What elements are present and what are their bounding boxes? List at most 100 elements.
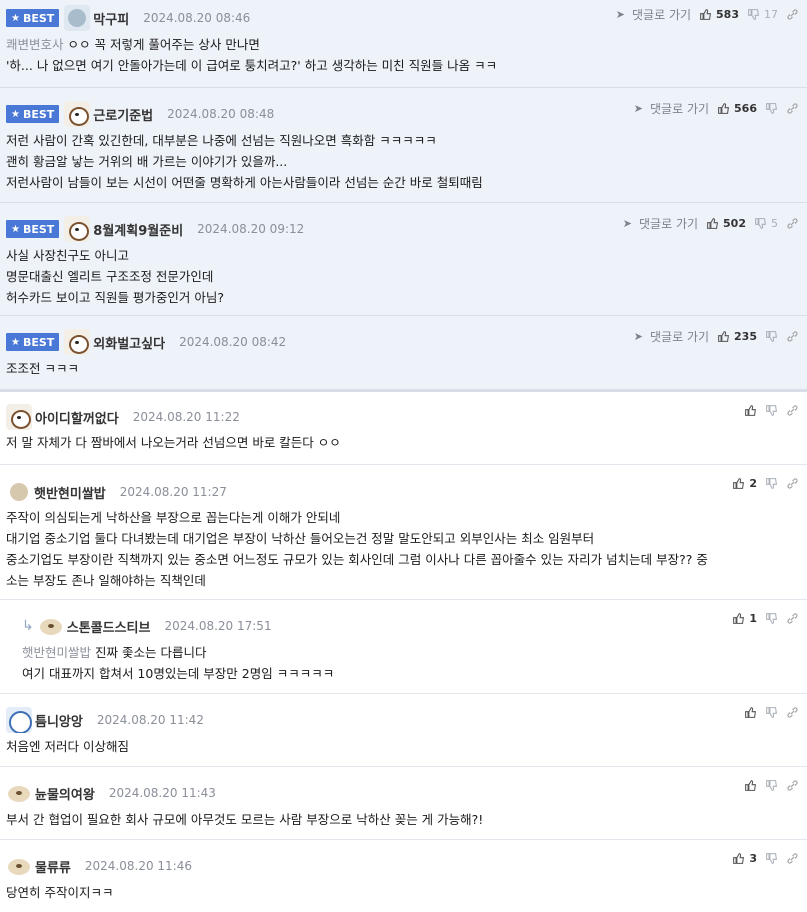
share-link-button[interactable] [786,612,799,625]
upvote-button[interactable]: 583 [699,8,739,21]
downvote-button[interactable] [765,102,778,115]
share-link-button[interactable] [786,477,799,490]
mention[interactable]: 쾌변변호사 [6,37,64,52]
nickname[interactable]: 스톤콜드스티브 [67,617,151,636]
share-link-button[interactable] [786,852,799,865]
go-to-reply-link[interactable]: ➤ 댓글로 가기 [634,328,709,345]
comment-body: 처음엔 저러다 이상해짐 [6,739,129,754]
upvote-button[interactable]: 566 [717,102,757,115]
nickname[interactable]: 햇반현미쌀밥 [34,483,106,502]
comment-body: 저런 사람이 간혹 있긴한데, 대부분은 나중에 선넘는 직원나오면 흑화함 ㅋ… [6,133,483,190]
downvote-button[interactable] [765,404,778,417]
thumbs-down-icon [766,478,777,489]
thumbs-down-icon [766,780,777,791]
go-to-reply-link[interactable]: ➤ 댓글로 가기 [634,100,709,117]
comment-date: 2024.08.20 08:48 [167,107,275,121]
comment-body: 부서 간 협업이 필요한 회사 규모에 아무것도 모르는 사람 부장으로 낙하산… [6,812,484,827]
nickname[interactable]: 틈니앙앙 [35,711,83,730]
link-icon [787,853,798,864]
go-to-reply-link[interactable]: ➤ 댓글로 가기 [623,215,698,232]
comment-body: 사실 사장친구도 아니고 명문대출신 엘리트 구조조정 전문가인데 허수카드 보… [6,248,225,305]
thumbs-up-icon [718,331,730,342]
best-badge: ★ BEST [6,9,60,27]
share-link-button[interactable] [786,404,799,417]
share-link-button[interactable] [786,217,799,230]
upvote-button[interactable]: 502 [706,217,746,230]
link-icon [787,405,798,416]
reply-arrow-icon: ↳ [22,618,34,634]
nickname[interactable]: 외화벌고싶다 [93,333,165,352]
avatar[interactable] [6,404,32,430]
best-comment: ★ BEST 외화벌고싶다 2024.08.20 08:42 ➤ 댓글로 가기 23… [0,316,807,392]
nickname[interactable]: 아이디할꺼없다 [35,408,119,427]
nickname[interactable]: 8월계획9월준비 [93,220,183,239]
downvote-button[interactable] [765,612,778,625]
share-link-button[interactable] [786,102,799,115]
nickname[interactable]: 물류류 [35,857,71,876]
star-icon: ★ [11,108,20,120]
avatar[interactable] [64,216,91,242]
upvote-button[interactable] [744,404,757,417]
link-icon [787,103,798,114]
upvote-button[interactable] [744,779,757,792]
upvote-button[interactable] [744,706,757,719]
nickname[interactable]: 근로기준법 [93,105,153,124]
downvote-button[interactable] [765,852,778,865]
nickname[interactable]: 뉸물의여왕 [35,784,95,803]
best-badge: ★ BEST [6,105,60,123]
downvote-button[interactable] [765,330,778,343]
upvote-button[interactable]: 1 [732,612,757,625]
link-icon [787,707,798,718]
link-icon [787,478,798,489]
comment: 틈니앙앙 2024.08.20 11:42 처음엔 저러다 이상해짐 [0,694,807,767]
avatar[interactable] [6,707,32,733]
upvote-button[interactable]: 3 [732,852,757,865]
comment-date: 2024.08.20 08:46 [143,11,251,25]
comment: 아이디할꺼없다 2024.08.20 11:22 저 말 자체가 다 짬바에서 … [0,392,807,465]
downvote-button[interactable] [765,477,778,490]
comment-date: 2024.08.20 11:27 [119,485,227,499]
thumbs-up-icon [745,780,756,791]
link-icon [787,331,798,342]
comment-date: 2024.08.20 09:12 [197,222,305,236]
link-icon [787,9,798,20]
avatar[interactable] [6,780,32,806]
avatar[interactable] [64,101,91,127]
avatar[interactable] [38,613,64,639]
link-icon [787,218,798,229]
downvote-button[interactable]: 17 [747,8,778,21]
share-link-button[interactable] [786,779,799,792]
avatar[interactable] [64,329,91,355]
star-icon: ★ [11,12,20,24]
thumbs-down-icon [766,331,777,342]
share-link-button[interactable] [786,330,799,343]
comment-date: 2024.08.20 11:22 [132,410,240,424]
comment-date: 2024.08.20 17:51 [164,619,272,633]
avatar[interactable] [6,853,32,879]
upvote-button[interactable]: 235 [717,330,757,343]
thumbs-up-icon [718,103,730,114]
thumbs-down-icon [766,707,777,718]
thumbs-up-icon [707,218,719,229]
thumbs-up-icon [733,853,745,864]
comment-date: 2024.08.20 11:42 [96,713,204,727]
share-link-button[interactable] [786,8,799,21]
avatar[interactable] [10,483,28,501]
downvote-button[interactable] [765,779,778,792]
send-icon: ➤ [622,217,633,230]
nickname[interactable]: 막구피 [93,9,129,28]
share-link-button[interactable] [786,706,799,719]
thumbs-up-icon [700,9,712,20]
mention[interactable]: 햇반현미쌀밥 [22,645,91,660]
upvote-button[interactable]: 2 [732,477,757,490]
best-badge: ★ BEST [6,220,60,238]
send-icon: ➤ [615,8,626,21]
comment-list: ★ BEST 막구피 2024.08.20 08:46 ➤ 댓글로 가기 583 1… [0,0,807,912]
downvote-button[interactable]: 5 [754,217,778,230]
comment-date: 2024.08.20 11:43 [108,786,216,800]
downvote-button[interactable] [765,706,778,719]
best-comment: ★ BEST 막구피 2024.08.20 08:46 ➤ 댓글로 가기 583 1… [0,0,807,88]
star-icon: ★ [11,336,20,348]
go-to-reply-link[interactable]: ➤ 댓글로 가기 [616,6,691,23]
avatar[interactable] [64,5,91,31]
